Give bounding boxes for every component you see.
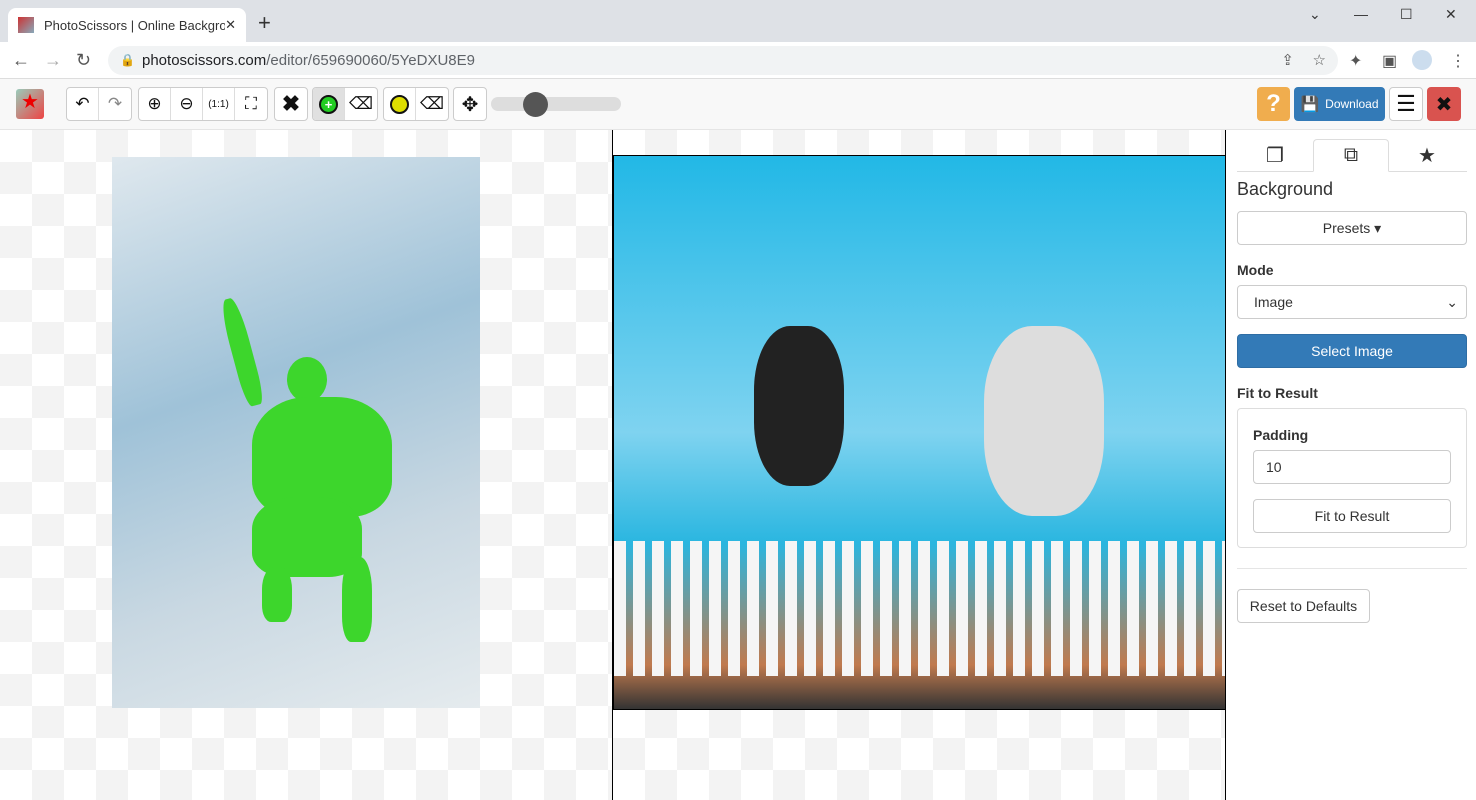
- mode-label: Mode: [1237, 262, 1274, 278]
- share-icon[interactable]: ⇪: [1281, 46, 1294, 75]
- pan-icon: ✥: [461, 93, 479, 116]
- tab-title: PhotoScissors | Online Backgro: [44, 17, 226, 33]
- minimize-icon[interactable]: —: [1354, 6, 1368, 22]
- favicon-icon: [18, 17, 34, 33]
- fit-panel: Padding 10 Fit to Result: [1237, 408, 1467, 548]
- maximize-icon[interactable]: ☐: [1400, 6, 1413, 23]
- source-canvas[interactable]: [0, 130, 612, 800]
- fence: [614, 541, 1227, 676]
- zoom-actual-icon: (1:1): [208, 98, 229, 110]
- section-heading: Background: [1237, 179, 1334, 199]
- zoom-actual-button[interactable]: (1:1): [203, 88, 235, 120]
- foreground-mark: [342, 557, 372, 642]
- background-marker-icon: [390, 94, 409, 114]
- new-tab-icon[interactable]: +: [258, 10, 271, 36]
- zoom-fit-button[interactable]: ⛶: [235, 88, 267, 120]
- clear-button[interactable]: ✖: [275, 88, 307, 120]
- redo-button[interactable]: ↷: [99, 88, 131, 120]
- result-canvas[interactable]: [613, 130, 1227, 800]
- result-image: [613, 155, 1227, 710]
- editor-toolbar: ★ ↶ ↷ ⊕ ⊖ (1:1) ⛶ ✖ + ⌫ ⌫ ✥ ? 💾 Download …: [0, 79, 1476, 130]
- browser-tab[interactable]: PhotoScissors | Online Backgro ✕: [8, 8, 246, 42]
- zoom-in-icon: ⊕: [147, 94, 162, 113]
- mode-value: Image: [1254, 294, 1293, 310]
- url-host: photoscissors.com: [142, 52, 267, 69]
- zoom-fit-icon: ⛶: [245, 94, 257, 113]
- address-bar-row: ← → ↻ 🔒 photoscissors.com/editor/6596900…: [0, 42, 1476, 79]
- presets-dropdown[interactable]: Presets ▾: [1237, 211, 1467, 245]
- tab-effects[interactable]: ★: [1389, 139, 1465, 172]
- bookmark-star-icon[interactable]: ☆: [1313, 46, 1326, 75]
- fit-label: Fit to Result: [1237, 385, 1318, 401]
- download-label: Download: [1325, 97, 1379, 111]
- tab-search-icon[interactable]: ⌄: [1309, 6, 1321, 23]
- person-left: [754, 326, 844, 486]
- background-marker-button[interactable]: [384, 88, 416, 120]
- tab-background[interactable]: ⧉: [1313, 139, 1389, 172]
- tab-foreground[interactable]: ❐: [1237, 139, 1313, 172]
- brush-size-slider[interactable]: [491, 92, 621, 117]
- foreground-marker-icon: +: [319, 94, 338, 114]
- chevron-down-icon: ⌄: [1446, 293, 1458, 310]
- foreground-eraser-icon: ⌫: [348, 94, 374, 113]
- close-icon: ✖: [1435, 93, 1453, 116]
- separator: [1237, 568, 1467, 569]
- close-window-icon[interactable]: ✕: [1445, 6, 1457, 23]
- browser-tab-bar: PhotoScissors | Online Backgro ✕ + ⌄ — ☐…: [0, 0, 1476, 42]
- background-eraser-button[interactable]: ⌫: [416, 88, 448, 120]
- close-tab-icon[interactable]: ✕: [225, 17, 236, 33]
- chrome-menu-icon[interactable]: ⋮: [1450, 51, 1466, 71]
- select-image-button[interactable]: Select Image: [1237, 334, 1467, 368]
- source-image: [112, 157, 480, 708]
- back-icon[interactable]: ←: [12, 50, 30, 71]
- foreground-eraser-button[interactable]: ⌫: [345, 88, 377, 120]
- foreground-mark: [218, 296, 266, 408]
- lock-icon: 🔒: [120, 53, 135, 67]
- zoom-in-button[interactable]: ⊕: [139, 88, 171, 120]
- foreground-mark: [262, 567, 292, 622]
- save-icon: 💾: [1300, 96, 1320, 113]
- pan-button[interactable]: ✥: [454, 88, 486, 120]
- mode-select[interactable]: Image ⌄: [1237, 285, 1467, 319]
- close-editor-button[interactable]: ✖: [1427, 87, 1461, 121]
- profile-avatar[interactable]: [1412, 50, 1432, 70]
- undo-button[interactable]: ↶: [67, 88, 99, 120]
- extensions-icon[interactable]: ✦: [1349, 51, 1362, 71]
- background-eraser-icon: ⌫: [419, 94, 445, 113]
- side-panel-icon[interactable]: ▣: [1382, 51, 1397, 71]
- photoscissors-logo[interactable]: ★: [16, 89, 44, 119]
- undo-icon: ↶: [75, 94, 90, 113]
- download-button[interactable]: 💾 Download: [1294, 87, 1385, 121]
- layers-filled-icon: ❐: [1266, 145, 1284, 167]
- padding-label: Padding: [1253, 427, 1309, 443]
- slider-knob[interactable]: [522, 92, 548, 117]
- url-input[interactable]: 🔒 photoscissors.com/editor/659690060/5Ye…: [108, 46, 1338, 75]
- menu-button[interactable]: ☰: [1389, 87, 1423, 121]
- redo-icon: ↷: [107, 94, 123, 113]
- clear-icon: ✖: [281, 91, 301, 116]
- zoom-out-icon: ⊖: [179, 94, 194, 113]
- layers-icon: ⧉: [1343, 144, 1359, 166]
- help-button[interactable]: ?: [1257, 87, 1290, 121]
- reload-icon[interactable]: ↻: [76, 50, 91, 71]
- forward-icon[interactable]: →: [44, 50, 62, 71]
- foreground-mark: [287, 357, 327, 402]
- padding-input[interactable]: 10: [1253, 450, 1451, 484]
- sidebar-tabs: ❐ ⧉ ★: [1237, 139, 1467, 172]
- hamburger-icon: ☰: [1396, 91, 1416, 116]
- zoom-out-button[interactable]: ⊖: [171, 88, 203, 120]
- sidebar: ❐ ⧉ ★ Background Presets ▾ Mode Image ⌄ S…: [1225, 130, 1476, 800]
- url-path: /editor/659690060/5YeDXU8E9: [266, 52, 475, 69]
- foreground-marker-button[interactable]: +: [313, 88, 345, 120]
- person-right: [984, 326, 1104, 516]
- reset-defaults-button[interactable]: Reset to Defaults: [1237, 589, 1370, 623]
- fit-to-result-button[interactable]: Fit to Result: [1253, 499, 1451, 533]
- star-icon: ★: [1418, 145, 1436, 167]
